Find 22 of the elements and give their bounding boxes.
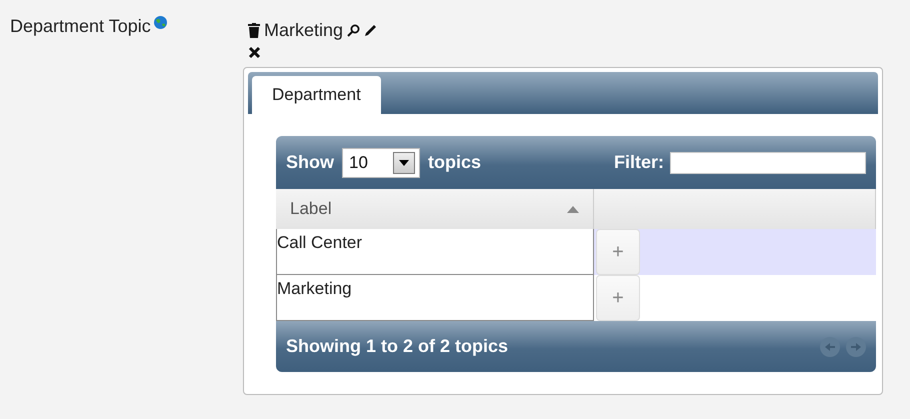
close-icon[interactable] [248, 46, 261, 59]
topics-label: topics [428, 152, 482, 173]
tab[interactable]: Department [252, 76, 381, 114]
show-label: Show [286, 152, 334, 173]
trash-icon[interactable] [248, 22, 260, 38]
field-label: Department Topic [10, 16, 151, 37]
dropdown-caret-icon[interactable] [393, 152, 415, 174]
table-cell: Call Center [276, 229, 594, 275]
add-button[interactable]: + [596, 229, 640, 275]
filter-field[interactable] [670, 152, 866, 174]
page-size-select[interactable]: 10 [342, 148, 420, 178]
table-cell: Marketing [276, 275, 594, 321]
column-header[interactable]: Label [276, 189, 594, 229]
search-icon[interactable] [347, 24, 360, 36]
add-button[interactable]: + [596, 275, 640, 321]
sort-ascending-icon[interactable] [567, 206, 579, 212]
filter-label: Filter: [614, 152, 664, 173]
pencil-icon[interactable] [364, 24, 378, 36]
column-label: Label [290, 199, 332, 219]
table-info: Showing 1 to 2 of 2 topics [286, 336, 508, 357]
globe-icon [154, 16, 167, 29]
field-value: Marketing [264, 20, 344, 40]
